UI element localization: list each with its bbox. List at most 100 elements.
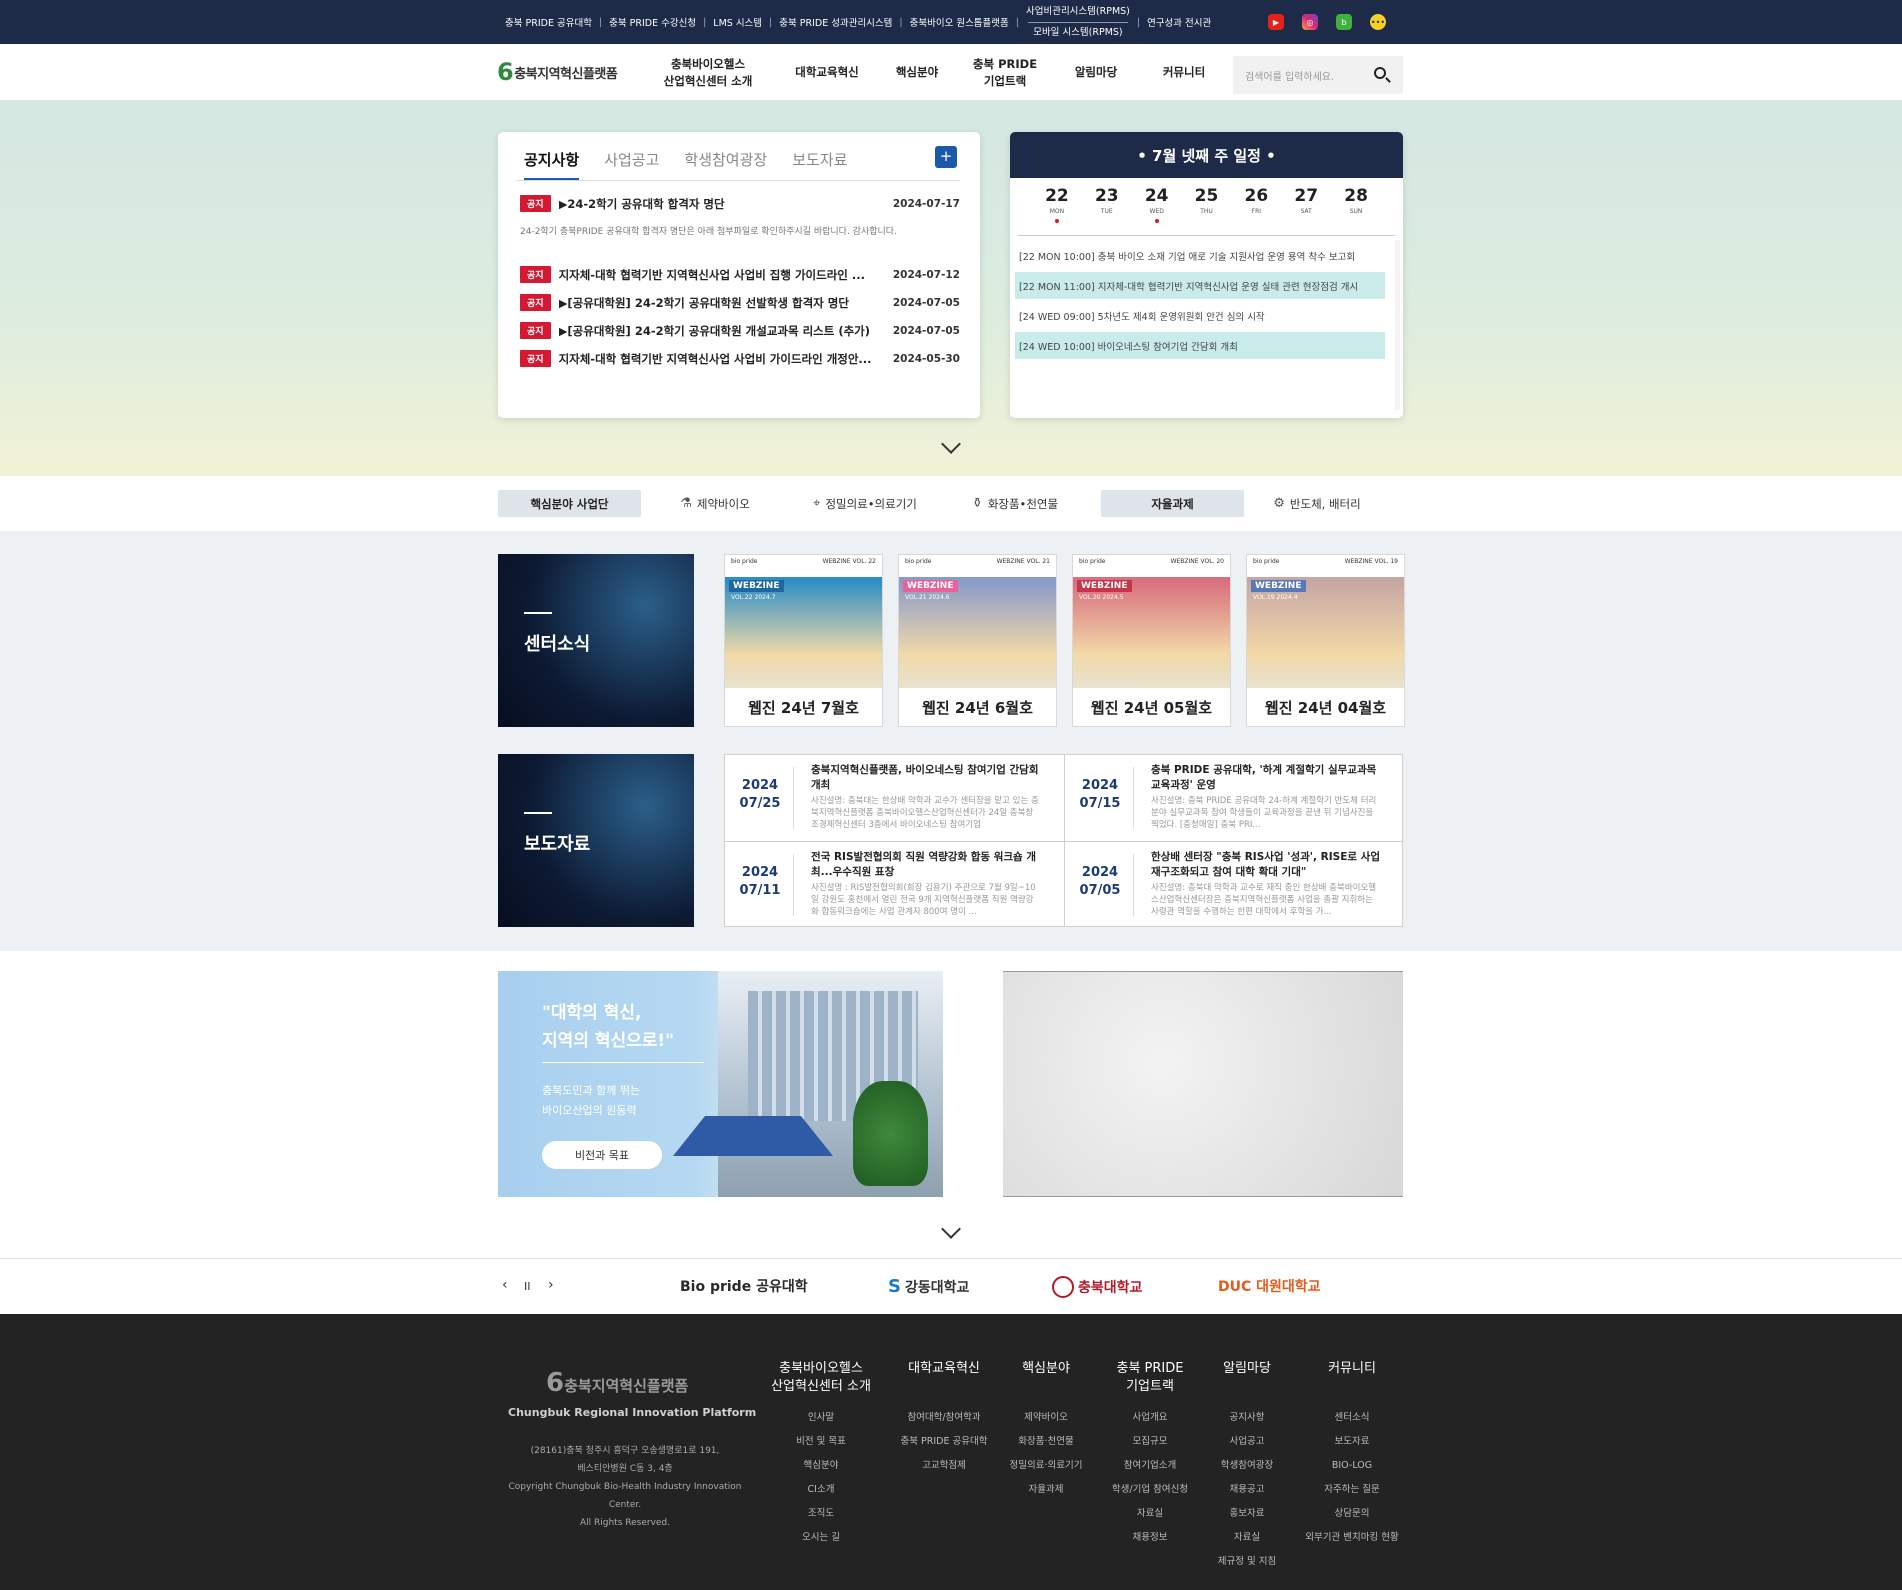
footer-link[interactable]: 참여기업소개 [1102, 1454, 1198, 1478]
nav-education[interactable]: 대학교육혁신 [780, 44, 874, 101]
press-item[interactable]: 2024 07/05 한상배 센터장 "충북 RIS사업 '성과', RISE로 사… [1065, 842, 1404, 928]
footer-column-title[interactable]: 핵심분야 [1004, 1360, 1088, 1406]
biz-autonomous[interactable]: 자율과제 [1101, 490, 1244, 517]
footer-link[interactable]: 오시는 길 [766, 1526, 876, 1550]
webzine-card[interactable]: bio pride WEBZINE VOL. 19 WEBZINE VOL.19 20… [1246, 554, 1405, 727]
schedule-event[interactable]: [22 MON 10:00] 충북 바이오 소재 기업 애로 기술 지원사업 운… [1015, 242, 1385, 269]
footer-column-title[interactable]: 알림마당 [1202, 1360, 1292, 1406]
site-logo[interactable]: 6 충북지역혁신플랫폼 [497, 60, 618, 84]
top-link-rpms-mobile[interactable]: 모바일 시스템(RPMS) [1033, 23, 1122, 43]
footer-link[interactable]: 비전 및 목표 [766, 1430, 876, 1454]
kakao-icon[interactable]: ••• [1370, 14, 1386, 30]
footer-link[interactable]: 채용공고 [1202, 1478, 1292, 1502]
footer-link[interactable]: 충북 PRIDE 공유대학 [894, 1430, 994, 1454]
notice-item[interactable]: 공지 지자체-대학 협력기반 지역혁신사업 사업비 가이드라인 개정안... 202… [520, 350, 960, 367]
footer-link[interactable]: 공지사항 [1202, 1406, 1292, 1430]
biz-core-fields[interactable]: 핵심분야 사업단 [498, 490, 641, 517]
top-link-performance[interactable]: 충북 PRIDE 성과관리시스템 [779, 15, 892, 29]
schedule-day[interactable]: 28 SUN [1331, 186, 1381, 223]
partner-logo-gangdong[interactable]: S 강동대학교 [888, 1276, 969, 1297]
notice-item[interactable]: 공지 지자체-대학 협력기반 지역혁신사업 사업비 집행 가이드라인 ... 202… [520, 266, 960, 283]
footer-column-title[interactable]: 충북 PRIDE 기업트랙 [1102, 1360, 1198, 1406]
tab-business[interactable]: 사업공고 [604, 149, 659, 180]
youtube-icon[interactable]: ▶ [1268, 14, 1284, 30]
footer-link[interactable]: 인사말 [766, 1406, 876, 1430]
footer-link[interactable]: CI소개 [766, 1478, 876, 1502]
footer-link[interactable]: 정밀의료·의료기기 [1004, 1454, 1088, 1478]
instagram-icon[interactable]: ◎ [1302, 14, 1318, 30]
partner-logo-chungbuk[interactable]: 충북대학교 [1052, 1276, 1142, 1298]
notice-item[interactable]: 공지 ▶[공유대학원] 24-2학기 공유대학원 개설교과목 리스트 (추가) 20… [520, 322, 960, 339]
search-box[interactable]: 검색어를 입력하세요. [1233, 56, 1403, 94]
footer-link[interactable]: 보도자료 [1292, 1430, 1412, 1454]
partner-logo-biopride[interactable]: Bio pride 공유대학 [680, 1276, 808, 1296]
footer-link[interactable]: 자율과제 [1004, 1478, 1088, 1502]
footer-link[interactable]: 채용정보 [1102, 1526, 1198, 1550]
footer-link[interactable]: 외부기관 벤치마킹 현황 [1292, 1526, 1412, 1550]
biz-pharma[interactable]: ⚗ 제약바이오 [660, 490, 770, 517]
webzine-card[interactable]: bio pride WEBZINE VOL. 21 WEBZINE VOL.21 20… [898, 554, 1057, 727]
scroll-down-icon[interactable] [941, 1219, 961, 1239]
footer-link[interactable]: 화장품·천연물 [1004, 1430, 1088, 1454]
footer-link[interactable]: 상담문의 [1292, 1502, 1412, 1526]
footer-link[interactable]: 제규정 및 지침 [1202, 1550, 1292, 1574]
footer-column-title[interactable]: 충북바이오헬스 산업혁신센터 소개 [766, 1360, 876, 1406]
footer-link[interactable]: 고교학점제 [894, 1454, 994, 1478]
nav-center-intro[interactable]: 충북바이오헬스 산업혁신센터 소개 [650, 44, 766, 101]
press-item[interactable]: 2024 07/11 전국 RIS발전협의회 직원 역량강화 합동 워크숍 개최..… [725, 842, 1064, 928]
schedule-day[interactable]: 25 THU [1182, 186, 1232, 223]
footer-link[interactable]: 핵심분야 [766, 1454, 876, 1478]
footer-link[interactable]: 사업공고 [1202, 1430, 1292, 1454]
footer-link[interactable]: 제약바이오 [1004, 1406, 1088, 1430]
video-player[interactable] [1003, 971, 1403, 1197]
vision-button[interactable]: 비전과 목표 [542, 1141, 662, 1169]
footer-link[interactable]: 사업개요 [1102, 1406, 1198, 1430]
footer-link[interactable]: BIO-LOG [1292, 1454, 1412, 1478]
schedule-scrollbar[interactable] [1395, 240, 1400, 410]
top-link-onestop[interactable]: 충북바이오 원스톱플랫폼 [910, 15, 1009, 29]
pause-icon[interactable]: II [524, 1280, 531, 1293]
notice-item[interactable]: 공지 ▶24-2학기 공유대학 합격자 명단 2024-07-17 [520, 195, 960, 212]
nav-pride-track[interactable]: 충북 PRIDE 기업트랙 [960, 44, 1050, 101]
biz-cosmetics[interactable]: ⚱ 화장품•천연물 [960, 490, 1070, 517]
tab-student[interactable]: 학생참여광장 [684, 149, 767, 180]
center-news-card[interactable]: 센터소식 [498, 554, 694, 727]
schedule-event[interactable]: [24 WED 10:00] 바이오네스팅 참여기업 간담회 개최 [1015, 332, 1385, 359]
top-link-rpms[interactable]: 사업비관리시스템(RPMS) [1026, 2, 1130, 22]
footer-link[interactable]: 센터소식 [1292, 1406, 1412, 1430]
footer-column-title[interactable]: 대학교육혁신 [894, 1360, 994, 1406]
webzine-card[interactable]: bio pride WEBZINE VOL. 20 WEBZINE VOL.20 20… [1072, 554, 1231, 727]
prev-icon[interactable]: ‹ [502, 1277, 508, 1293]
footer-link[interactable]: 자료실 [1102, 1502, 1198, 1526]
footer-link[interactable]: 자료실 [1202, 1526, 1292, 1550]
biz-semiconductor[interactable]: ⚙ 반도체, 배터리 [1262, 490, 1372, 517]
schedule-day[interactable]: 27 SAT [1281, 186, 1331, 223]
nav-notice[interactable]: 알림마당 [1060, 44, 1132, 101]
tab-press[interactable]: 보도자료 [792, 149, 847, 180]
tab-notice[interactable]: 공지사항 [524, 149, 580, 180]
schedule-day[interactable]: 22 MON [1032, 186, 1082, 223]
more-button[interactable]: + [935, 146, 957, 168]
schedule-day[interactable]: 26 FRI [1231, 186, 1281, 223]
top-link-registration[interactable]: 충북 PRIDE 수강신청 [609, 15, 696, 29]
schedule-event[interactable]: [24 WED 09:00] 5차년도 제4회 운영위원회 안건 심의 시작 [1015, 302, 1385, 329]
nav-core-fields[interactable]: 핵심분야 [880, 44, 954, 101]
biz-medical[interactable]: ⌖ 정밀의료•의료기기 [795, 490, 935, 517]
nav-community[interactable]: 커뮤니티 [1148, 44, 1220, 101]
search-icon[interactable] [1373, 66, 1391, 84]
schedule-day[interactable]: 23 TUE [1082, 186, 1132, 223]
schedule-day[interactable]: 24 WED [1132, 186, 1182, 223]
footer-column-title[interactable]: 커뮤니티 [1292, 1360, 1412, 1406]
press-item[interactable]: 2024 07/25 충북지역혁신플랫폼, 바이오네스팅 참여기업 간담회 개최 사진… [725, 755, 1064, 841]
footer-link[interactable]: 참여대학/참여학과 [894, 1406, 994, 1430]
footer-link[interactable]: 학생/기업 참여신청 [1102, 1478, 1198, 1502]
press-card[interactable]: 보도자료 [498, 754, 694, 927]
webzine-card[interactable]: bio pride WEBZINE VOL. 22 WEBZINE VOL.22 20… [724, 554, 883, 727]
footer-link[interactable]: 모집규모 [1102, 1430, 1198, 1454]
blog-icon[interactable]: b [1336, 14, 1352, 30]
footer-link[interactable]: 학생참여광장 [1202, 1454, 1292, 1478]
footer-link[interactable]: 조직도 [766, 1502, 876, 1526]
partner-logo-daewon[interactable]: DUC 대원대학교 [1218, 1276, 1321, 1296]
footer-link[interactable]: 홍보자료 [1202, 1502, 1292, 1526]
top-link-exhibition[interactable]: 연구성과 전시관 [1147, 15, 1211, 29]
